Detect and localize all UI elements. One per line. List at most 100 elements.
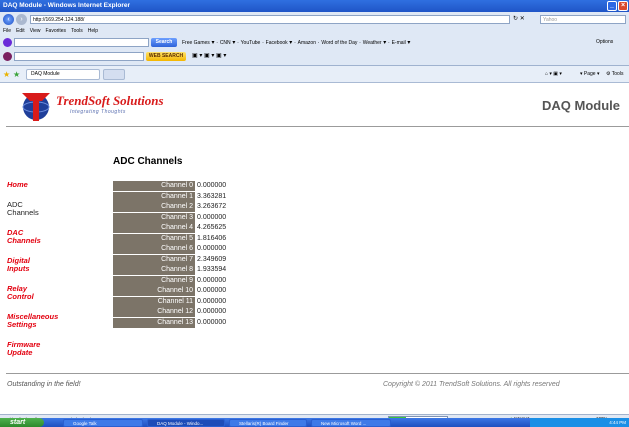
channel-label: Channel 9 bbox=[113, 275, 195, 286]
cmd-tools-button[interactable]: ⚙ Tools bbox=[606, 71, 623, 77]
module-title: DAQ Module bbox=[542, 98, 620, 113]
toolbar-search-button[interactable]: Search bbox=[151, 38, 177, 47]
channel-value: 0.000000 bbox=[197, 245, 227, 252]
cmd-home-icons[interactable]: ⌂ ▾ ▣ ▾ bbox=[545, 71, 562, 77]
brand-tagline: Integrating Thoughts bbox=[70, 109, 126, 115]
footer-tagline: Outstanding in the field! bbox=[7, 381, 81, 388]
nav-dac-channels[interactable]: DAC Channels bbox=[7, 229, 41, 245]
yahoo-logo-icon bbox=[3, 38, 12, 47]
menu-file[interactable]: File bbox=[3, 28, 11, 34]
add-favorites-icon[interactable]: ★ bbox=[13, 70, 20, 79]
search-placeholder: Yahoo bbox=[543, 17, 558, 23]
menu-favorites[interactable]: Favorites bbox=[45, 28, 66, 34]
channel-row: Channel 13 0.000000 bbox=[113, 317, 253, 329]
channel-value: 0.000000 bbox=[197, 308, 227, 315]
channel-label: Channel 10 bbox=[113, 286, 195, 296]
channel-row: Channel 9 0.000000 bbox=[113, 275, 253, 287]
favorites-star-icon[interactable]: ★ bbox=[3, 70, 10, 79]
nav-relay-control[interactable]: Relay Control bbox=[7, 285, 41, 301]
link-email[interactable]: E-mail bbox=[392, 40, 406, 46]
tab-label: DAQ Module bbox=[31, 71, 60, 77]
menu-view[interactable]: View bbox=[30, 28, 41, 34]
system-tray: 4:44 PM bbox=[530, 418, 629, 427]
web-search-button[interactable]: WEB SEARCH bbox=[146, 52, 186, 61]
channel-row: Channel 2 3.263672 bbox=[113, 202, 253, 213]
channel-label: Channel 3 bbox=[113, 212, 195, 223]
menu-tools[interactable]: Tools bbox=[71, 28, 83, 34]
channel-value: 3.363281 bbox=[197, 192, 227, 200]
new-tab-button[interactable] bbox=[103, 69, 125, 80]
left-nav: Home ADC Channels DAC Channels Digital I… bbox=[7, 181, 67, 357]
cmd-page-label: Page bbox=[583, 71, 596, 77]
link-youtube[interactable]: YouTube bbox=[241, 40, 261, 46]
link-facebook[interactable]: Facebook bbox=[266, 40, 288, 46]
toolbar-links: Free Games ▾ · CNN ▾ · YouTube · Faceboo… bbox=[182, 40, 411, 46]
link-cnn[interactable]: CNN bbox=[220, 40, 231, 46]
channel-row: Channel 1 3.363281 bbox=[113, 191, 253, 203]
channel-value: 0.000000 bbox=[197, 287, 227, 294]
page-content: TrendSoft Solutions Integrating Thoughts… bbox=[0, 83, 629, 414]
channel-label: Channel 4 bbox=[113, 223, 195, 233]
address-url: http://169.254.124.188/ bbox=[33, 17, 85, 23]
close-button[interactable]: × bbox=[618, 1, 628, 11]
back-button[interactable]: ‹ bbox=[3, 14, 14, 25]
link-free-games[interactable]: Free Games bbox=[182, 40, 210, 46]
toolbar2-logo-icon bbox=[3, 52, 12, 61]
channel-value: 3.263672 bbox=[197, 203, 227, 210]
channel-row: Channel 8 1.933594 bbox=[113, 265, 253, 276]
window-title: DAQ Module - Windows Internet Explorer bbox=[3, 2, 131, 9]
channel-label: Channel 0 bbox=[113, 181, 195, 191]
channel-label: Channel 2 bbox=[113, 202, 195, 212]
address-input[interactable]: http://169.254.124.188/ bbox=[30, 15, 510, 24]
globe-logo-icon bbox=[22, 93, 50, 121]
toolbar2-icons[interactable]: ▣ ▾ ▣ ▾ ▣ ▾ bbox=[192, 52, 237, 61]
link-amazon[interactable]: Amazon bbox=[298, 40, 316, 46]
task-word[interactable]: New Microsoft Word ... bbox=[311, 418, 391, 427]
cmd-page-button[interactable]: ▾ Page ▾ bbox=[580, 71, 600, 77]
toolbar-search-input[interactable] bbox=[14, 38, 149, 47]
nav-firmware-update[interactable]: Firmware Update bbox=[7, 341, 47, 357]
clock: 4:44 PM bbox=[609, 420, 626, 425]
menu-edit[interactable]: Edit bbox=[16, 28, 25, 34]
trendsoft-logo bbox=[18, 89, 54, 123]
window-titlebar: DAQ Module - Windows Internet Explorer _… bbox=[0, 0, 629, 12]
channel-row: Channel 12 0.000000 bbox=[113, 307, 253, 318]
link-word-of-day[interactable]: Word of the Day bbox=[321, 40, 357, 46]
channel-label: Channel 13 bbox=[113, 317, 195, 328]
channel-label: Channel 12 bbox=[113, 307, 195, 317]
task-board-finder[interactable]: Stellaris(R) Board Finder bbox=[229, 418, 307, 427]
nav-home[interactable]: Home bbox=[7, 181, 67, 189]
channel-row: Channel 6 0.000000 bbox=[113, 244, 253, 255]
channel-label: Channel 8 bbox=[113, 265, 195, 275]
refresh-stop-group[interactable]: ↻ ✕ bbox=[513, 15, 537, 24]
channel-value: 0.000000 bbox=[197, 182, 227, 189]
web-search-input[interactable] bbox=[14, 52, 144, 61]
menu-help[interactable]: Help bbox=[88, 28, 98, 34]
nav-misc-settings[interactable]: Miscellaneous Settings bbox=[7, 313, 67, 329]
forward-button[interactable]: › bbox=[16, 14, 27, 25]
minimize-button[interactable]: _ bbox=[607, 1, 617, 11]
channel-value: 0.000000 bbox=[197, 276, 227, 284]
windows-taskbar: start Google Talk DAQ Module - Windo... … bbox=[0, 418, 629, 427]
channel-label: Channel 11 bbox=[113, 296, 195, 307]
channel-value: 0.000000 bbox=[197, 213, 227, 221]
channel-value: 1.816406 bbox=[197, 234, 227, 242]
channel-row: Channel 5 1.816406 bbox=[113, 233, 253, 245]
nav-adc-channels[interactable]: ADC Channels bbox=[7, 201, 41, 217]
nav-digital-inputs[interactable]: Digital Inputs bbox=[7, 257, 41, 273]
task-google-talk[interactable]: Google Talk bbox=[63, 418, 143, 427]
channel-label: Channel 6 bbox=[113, 244, 195, 254]
channel-label: Channel 5 bbox=[113, 233, 195, 244]
cmd-tools-label: Tools bbox=[611, 71, 624, 77]
footer-divider bbox=[6, 373, 629, 374]
options-button[interactable]: Options bbox=[596, 39, 613, 45]
start-button[interactable]: start bbox=[0, 418, 44, 427]
footer-copyright: Copyright © 2011 TrendSoft Solutions. Al… bbox=[383, 381, 560, 388]
channel-row: Channel 4 4.265625 bbox=[113, 223, 253, 234]
search-input[interactable]: Yahoo bbox=[540, 15, 626, 24]
tab-daq-module[interactable]: DAQ Module bbox=[26, 69, 100, 80]
page-heading: ADC Channels bbox=[113, 156, 183, 167]
link-weather[interactable]: Weather bbox=[363, 40, 382, 46]
channel-value: 0.000000 bbox=[197, 318, 227, 326]
task-daq-module[interactable]: DAQ Module - Windo... bbox=[147, 418, 225, 427]
